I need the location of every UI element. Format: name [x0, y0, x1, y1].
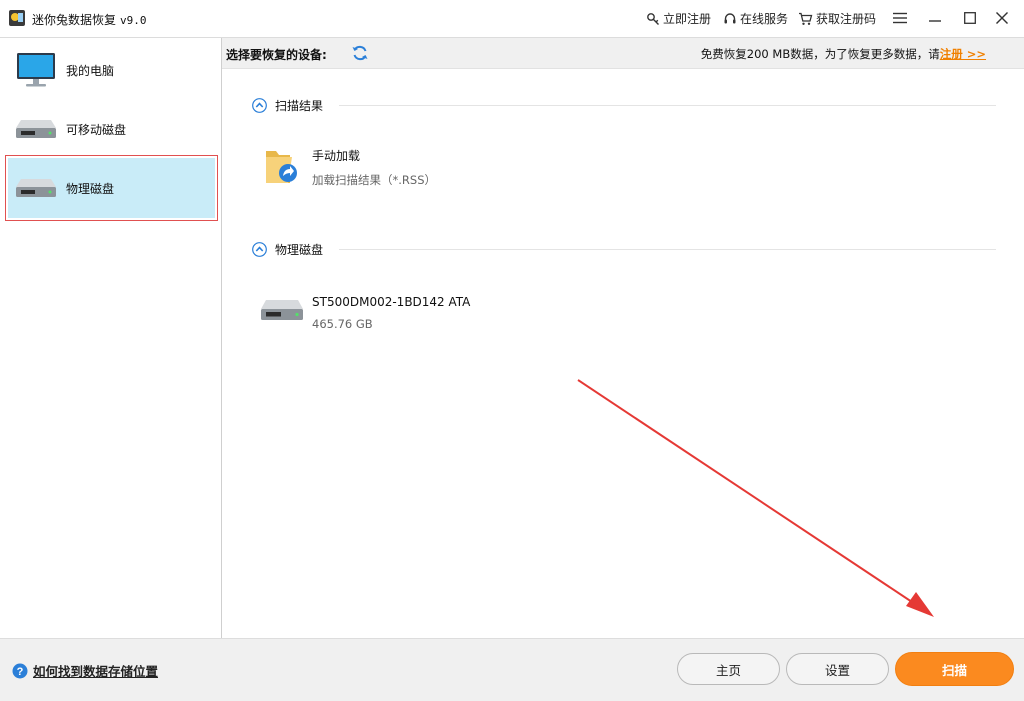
section-divider [339, 104, 996, 106]
disk-size: 465.76 GB [312, 317, 373, 331]
menu-icon [893, 12, 907, 24]
promo-register-link[interactable]: 注册 >> [940, 47, 986, 61]
drive-icon [16, 179, 56, 197]
refresh-icon[interactable] [351, 44, 369, 62]
entry-name: 手动加载 [312, 149, 361, 163]
svg-text:?: ? [17, 666, 24, 678]
physical-disk-entry[interactable]: ST500DM002-1BD142 ATA 465.76 GB [260, 293, 470, 331]
close-button[interactable] [987, 4, 1017, 32]
close-icon [996, 12, 1008, 24]
sidebar-item-my-computer[interactable]: 我的电脑 [8, 40, 215, 100]
promo-text: 免费恢复200 MB数据，为了恢复更多数据，请 [700, 47, 940, 61]
help-link[interactable]: ? 如何找到数据存储位置 [12, 661, 158, 680]
menu-button[interactable] [885, 4, 915, 32]
collapse-icon[interactable] [252, 97, 267, 113]
get-code-link[interactable]: 获取注册码 [798, 10, 876, 27]
drive-icon [261, 300, 303, 320]
help-icon: ? [12, 663, 28, 678]
device-list-panel: 扫描结果 手动加载 加载扫描结果（*.RSS） 物理磁盘 ST500DM002-… [222, 69, 1024, 638]
get-code-label: 获取注册码 [816, 12, 877, 26]
section-title: 扫描结果 [275, 98, 324, 113]
section-divider [339, 248, 996, 250]
settings-button[interactable]: 设置 [786, 653, 889, 685]
footer-bar: ? 如何找到数据存储位置 主页 设置 扫描 [0, 638, 1024, 701]
home-button[interactable]: 主页 [677, 653, 780, 685]
monitor-icon [17, 53, 55, 87]
app-title: 迷你兔数据恢复 v9.0 [32, 11, 147, 28]
sidebar-item-label: 我的电脑 [66, 63, 115, 78]
sidebar-item-label: 可移动磁盘 [66, 122, 127, 137]
key-icon [647, 12, 659, 25]
title-bar: 迷你兔数据恢复 v9.0 立即注册 在线服务 获取注册码 [0, 0, 1024, 38]
help-label: 如何找到数据存储位置 [33, 664, 159, 679]
maximize-button[interactable] [955, 4, 985, 32]
device-type-sidebar: 我的电脑 可移动磁盘 物理磁盘 [0, 38, 222, 638]
device-select-header: 选择要恢复的设备: 免费恢复200 MB数据，为了恢复更多数据，请注册 >> [222, 38, 1024, 69]
disk-model: ST500DM002-1BD142 ATA [312, 295, 471, 309]
headset-icon [724, 12, 736, 23]
online-service-label: 在线服务 [740, 12, 789, 26]
device-select-label: 选择要恢复的设备: [226, 48, 327, 62]
register-now-label: 立即注册 [663, 12, 712, 26]
drive-icon [16, 120, 56, 138]
section-physical-disk: 物理磁盘 [252, 239, 996, 259]
section-title: 物理磁盘 [275, 242, 324, 257]
app-name: 迷你兔数据恢复 [32, 13, 117, 27]
app-version: v9.0 [120, 14, 147, 27]
collapse-icon[interactable] [252, 241, 267, 257]
folder-load-icon [266, 151, 297, 183]
sidebar-item-label: 物理磁盘 [66, 181, 115, 196]
entry-subtitle: 加载扫描结果（*.RSS） [312, 173, 436, 187]
maximize-icon [964, 12, 976, 24]
free-limit-notice: 免费恢复200 MB数据，为了恢复更多数据，请注册 >> [701, 46, 986, 62]
online-service-link[interactable]: 在线服务 [723, 10, 788, 27]
minimize-icon [929, 20, 941, 22]
minimize-button[interactable] [920, 4, 950, 32]
cart-icon [799, 12, 813, 25]
sidebar-item-physical-disk[interactable]: 物理磁盘 [5, 155, 218, 221]
section-scan-results: 扫描结果 [252, 95, 996, 115]
register-now-link[interactable]: 立即注册 [646, 10, 711, 27]
app-logo-icon [9, 10, 25, 26]
sidebar-item-removable-disk[interactable]: 可移动磁盘 [8, 99, 215, 159]
scan-button[interactable]: 扫描 [895, 652, 1014, 686]
manual-load-entry[interactable]: 手动加载 加载扫描结果（*.RSS） [260, 145, 436, 190]
